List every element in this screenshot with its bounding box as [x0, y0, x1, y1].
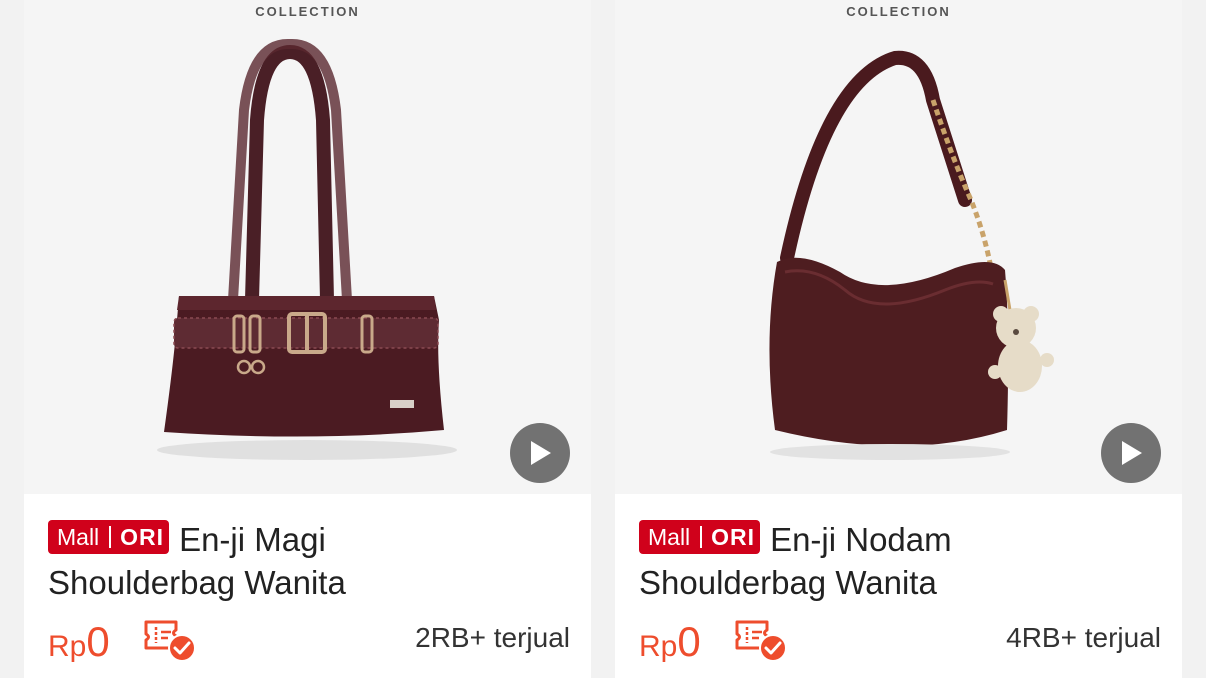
badge-mall-label: Mall	[57, 524, 100, 550]
play-video-button[interactable]	[1101, 423, 1161, 483]
product-name-line1: En-ji Magi	[179, 521, 326, 558]
sold-count: 4RB+ terjual	[1006, 622, 1161, 653]
voucher-check-icon	[735, 620, 787, 662]
price-currency: Rp	[639, 630, 678, 663]
product-card-en-ji-magi[interactable]: COLLECTION Mall ORI En-ji Magi Shoulderb…	[24, 0, 591, 678]
sold-count: 2RB+ terjual	[415, 622, 570, 653]
price-row: Rp0 2RB+ terjual	[48, 612, 570, 668]
product-card-en-ji-nodam[interactable]: COLLECTION Mall ORI En-ji Nodam Shoulder…	[615, 0, 1182, 678]
product-name-line2: Shoulderbag Wanita	[48, 564, 346, 601]
product-price: Rp0	[639, 618, 701, 666]
shoulderbag-image	[157, 39, 457, 460]
price-row: Rp0 4RB+ terjual	[639, 612, 1161, 668]
product-image[interactable]: COLLECTION	[24, 0, 591, 494]
badge-divider	[700, 526, 703, 548]
product-name-line1: En-ji Nodam	[770, 521, 952, 558]
play-icon	[531, 441, 551, 465]
price-currency: Rp	[48, 630, 87, 663]
badge-ori-label: ORI	[711, 524, 756, 550]
mall-ori-badge: Mall ORI	[48, 520, 170, 554]
mall-ori-badge: Mall ORI	[639, 520, 761, 554]
product-title[interactable]: Mall ORI En-ji Magi Shoulderbag Wanita	[48, 518, 568, 604]
product-image[interactable]: COLLECTION	[615, 0, 1182, 494]
badge-ori-label: ORI	[120, 524, 165, 550]
product-name-line2: Shoulderbag Wanita	[639, 564, 937, 601]
price-value: 0	[677, 618, 701, 665]
play-icon	[1122, 441, 1142, 465]
badge-divider	[109, 526, 112, 548]
play-video-button[interactable]	[510, 423, 570, 483]
hobo-bag-image	[769, 50, 1054, 460]
badge-mall-label: Mall	[648, 524, 691, 550]
product-price: Rp0	[48, 618, 110, 666]
price-value: 0	[86, 618, 110, 665]
product-title[interactable]: Mall ORI En-ji Nodam Shoulderbag Wanita	[639, 518, 1159, 604]
voucher-check-icon	[144, 620, 196, 662]
